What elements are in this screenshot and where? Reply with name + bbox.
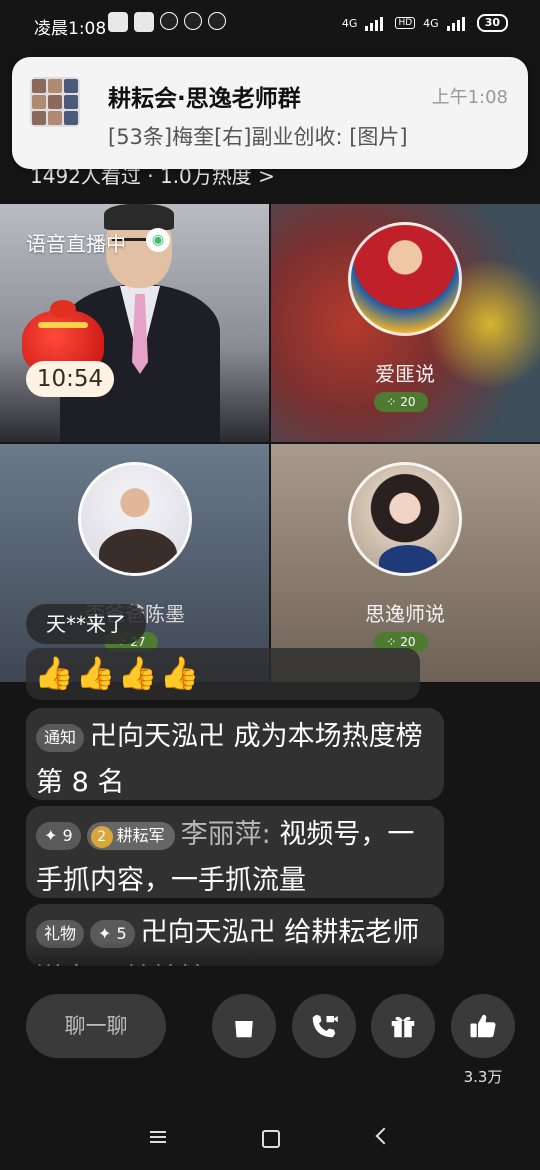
chat-fade [0, 942, 540, 982]
notification-banner[interactable]: 耕耘会·思逸老师群 上午1:08 [53条]梅奎[右]副业创收: [图片] [12, 57, 528, 169]
menu-icon[interactable] [150, 1131, 166, 1143]
red-packet-timer[interactable]: 10:54 [26, 361, 114, 397]
speaker-avatar[interactable] [348, 222, 462, 336]
hd-icon: HD [395, 17, 416, 29]
gift-button[interactable] [371, 994, 435, 1058]
gift-icon [391, 1016, 415, 1038]
chat-message: 👍👍👍👍 [26, 648, 420, 700]
arrival-notice: 天**来了 [26, 604, 146, 644]
douyin-icon [160, 12, 178, 30]
download-icon [208, 12, 226, 30]
notification-time: 上午1:08 [431, 87, 508, 108]
message-user[interactable]: 李丽萍: [181, 819, 271, 850]
status-bar: 凌晨1:08 4G HD 4G 30 [0, 0, 540, 50]
call-button[interactable] [292, 994, 356, 1058]
message-text: 卍向天泓卍 成为本场热度榜第 8 名 [36, 721, 423, 798]
audio-wave-icon: ◉ [146, 228, 170, 252]
system-indicators: 4G HD 4G 30 [342, 14, 508, 32]
network-type: 4G [341, 16, 358, 30]
signal-icon [446, 15, 469, 31]
speaker-score-badge: ⁘ 20 [374, 392, 428, 412]
home-icon[interactable] [262, 1130, 280, 1148]
chat-message: ✦ 9 2 耕耘军 李丽萍: 视频号，一手抓内容，一手抓流量 [26, 806, 444, 898]
thumbs-up-icon [470, 1014, 496, 1038]
wechat-icon [134, 12, 154, 32]
battery-icon: 30 [476, 14, 508, 32]
speaker-avatar[interactable] [348, 462, 462, 576]
speaker-name: 爱匪说 [375, 362, 435, 386]
notification-title: 耕耘会·思逸老师群 [108, 86, 301, 112]
likes-count: 3.3万 [463, 1068, 503, 1086]
fan-club-badge: 2 耕耘军 [86, 821, 175, 850]
shop-button[interactable] [212, 994, 276, 1058]
like-button[interactable] [451, 994, 515, 1058]
back-icon[interactable] [375, 1127, 393, 1145]
chat-feed[interactable]: 👍👍👍👍 天**来了 通知 卍向天泓卍 成为本场热度榜第 8 名 ✦ 9 2 耕耘军李… [0, 596, 540, 976]
thumbs-emoji: 👍👍👍👍 [34, 654, 202, 692]
video-call-icon [312, 1014, 338, 1038]
group-avatar [30, 77, 80, 127]
shopping-bag-icon [235, 1013, 253, 1038]
notification-icons [108, 12, 226, 32]
notification-message: [53条]梅奎[右]副业创收: [图片] [108, 125, 408, 149]
wechat-icon [108, 12, 128, 32]
live-status-label: 语音直播中 [26, 232, 126, 256]
clock: 凌晨1:08 [34, 19, 107, 39]
notice-tag: 通知 [36, 723, 85, 752]
live-room-screen: 1492人看过 · 1.0万热度 > 语音直播中 ◉ 10:54 爱匪说 ⁘ 2… [0, 0, 540, 1170]
signal-icon [365, 15, 387, 31]
navigation-bar [0, 1110, 540, 1170]
network-type: 4G [423, 16, 439, 30]
chat-input[interactable]: 聊一聊 [26, 994, 166, 1058]
chat-message: 通知 卍向天泓卍 成为本场热度榜第 8 名 [26, 708, 444, 800]
fan-level-tag: ✦ 9 [36, 821, 81, 850]
douyin-icon [184, 12, 202, 30]
speaker-avatar[interactable] [78, 462, 192, 576]
